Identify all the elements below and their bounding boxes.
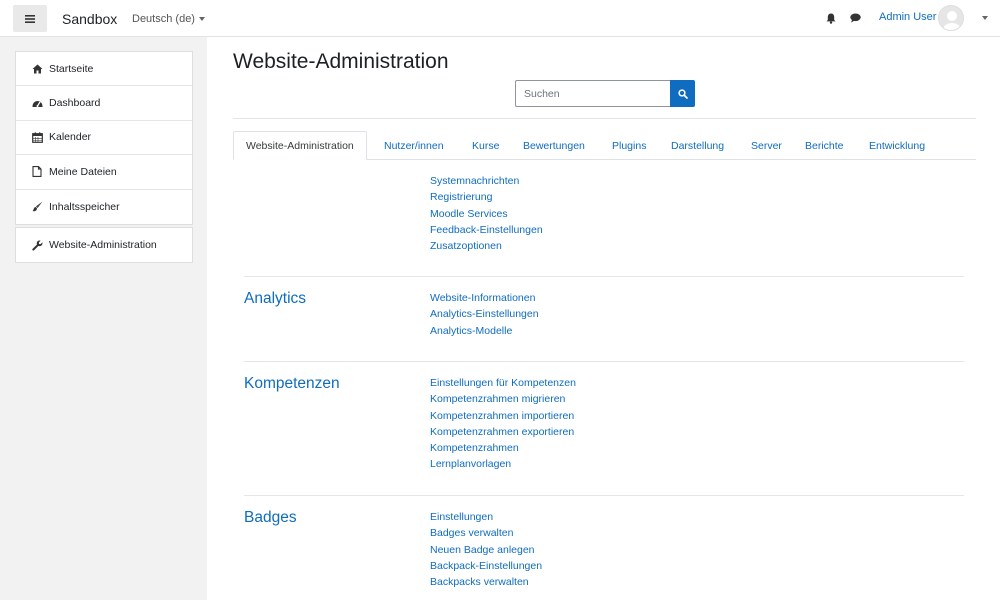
avatar[interactable] <box>938 5 964 31</box>
drawer-item-startseite[interactable]: Startseite <box>16 52 192 87</box>
admin-link[interactable]: Kompetenzrahmen <box>430 440 576 456</box>
link-list: Website-Informationen Analytics-Einstell… <box>430 290 539 339</box>
search-icon <box>677 88 688 99</box>
drawer-admin-group: Website-Administration <box>15 227 193 264</box>
drawer-nav-group: Startseite Dashboard Kalender Meine Date… <box>15 51 193 225</box>
admin-link[interactable]: Systemnachrichten <box>430 173 543 189</box>
drawer-item-inhaltsspeicher[interactable]: Inhaltsspeicher <box>16 190 192 224</box>
dashboard-icon <box>31 97 43 109</box>
main-region: Website-Administration Website-Administr… <box>207 37 1000 600</box>
user-menu-caret-icon[interactable] <box>982 16 988 20</box>
admin-link[interactable]: Neuen Badge anlegen <box>430 542 542 558</box>
tab-bewertungen[interactable]: Bewertungen <box>523 131 585 160</box>
drawer-item-label: Dashboard <box>49 97 101 110</box>
drawer-item-label: Inhaltsspeicher <box>49 200 120 213</box>
site-brand[interactable]: Sandbox <box>62 11 117 27</box>
admin-search-form <box>515 80 695 107</box>
page-title: Website-Administration <box>233 50 449 73</box>
admin-link[interactable]: Registrierung <box>430 189 543 205</box>
tab-entwicklung[interactable]: Entwicklung <box>869 131 925 160</box>
admin-link[interactable]: Kompetenzrahmen migrieren <box>430 391 576 407</box>
tab-plugins[interactable]: Plugins <box>612 131 646 160</box>
tab-server[interactable]: Server <box>751 131 782 160</box>
section-divider <box>244 276 964 277</box>
search-input[interactable] <box>515 80 670 107</box>
nav-drawer: Startseite Dashboard Kalender Meine Date… <box>0 37 207 600</box>
section-divider <box>244 361 964 362</box>
drawer-item-kalender[interactable]: Kalender <box>16 121 192 156</box>
admin-link[interactable]: Badges verwalten <box>430 525 542 541</box>
drawer-toggle-button[interactable] <box>13 5 47 32</box>
chevron-down-icon <box>198 17 205 22</box>
wrench-icon <box>31 239 43 251</box>
tab-nutzer-innen[interactable]: Nutzer/innen <box>384 131 444 160</box>
section-heading[interactable]: Kompetenzen <box>244 375 340 393</box>
language-label: Deutsch (de) <box>132 13 195 25</box>
tab-website-administration[interactable]: Website-Administration <box>233 131 367 160</box>
calendar-icon <box>31 131 43 143</box>
drawer-item-label: Startseite <box>49 62 94 75</box>
admin-link[interactable]: Lernplanvorlagen <box>430 456 576 472</box>
drawer-item-meine-dateien[interactable]: Meine Dateien <box>16 155 192 190</box>
drawer-item-label: Kalender <box>49 131 92 144</box>
section-heading[interactable]: Analytics <box>244 290 306 308</box>
bell-icon[interactable] <box>826 13 836 24</box>
admin-link[interactable]: Einstellungen für Kompetenzen <box>430 375 576 391</box>
top-navbar: Sandbox Deutsch (de) Admin User <box>0 0 1000 37</box>
search-button[interactable] <box>670 80 695 107</box>
admin-link[interactable]: Moodle Services <box>430 206 543 222</box>
section-divider <box>244 495 964 496</box>
hamburger-icon <box>25 14 35 23</box>
admin-link[interactable]: Analytics-Modelle <box>430 323 539 339</box>
language-menu[interactable]: Deutsch (de) <box>132 13 205 25</box>
file-icon <box>31 166 43 178</box>
admin-link[interactable]: Zusatzoptionen <box>430 238 543 254</box>
drawer-item-label: Meine Dateien <box>49 165 117 178</box>
tab-berichte[interactable]: Berichte <box>805 131 844 160</box>
drawer-item-dashboard[interactable]: Dashboard <box>16 86 192 121</box>
drawer-item-website-administration[interactable]: Website-Administration <box>16 228 192 262</box>
admin-link[interactable]: Backpack-Einstellungen <box>430 558 542 574</box>
admin-link[interactable]: Feedback-Einstellungen <box>430 222 543 238</box>
admin-link[interactable]: Kompetenzrahmen exportieren <box>430 424 576 440</box>
divider <box>233 118 976 119</box>
drawer-item-label: Website-Administration <box>49 239 157 252</box>
admin-link[interactable]: Kompetenzrahmen importieren <box>430 408 576 424</box>
link-list: Einstellungen Badges verwalten Neuen Bad… <box>430 509 542 590</box>
tab-kurse[interactable]: Kurse <box>472 131 499 160</box>
tab-darstellung[interactable]: Darstellung <box>671 131 724 160</box>
admin-link[interactable]: Backpacks verwalten <box>430 574 542 590</box>
link-list: Systemnachrichten Registrierung Moodle S… <box>430 173 543 254</box>
link-list: Einstellungen für Kompetenzen Kompetenzr… <box>430 375 576 473</box>
admin-link[interactable]: Einstellungen <box>430 509 542 525</box>
admin-tabs: Website-Administration Nutzer/innen Kurs… <box>233 131 976 160</box>
admin-link[interactable]: Website-Informationen <box>430 290 539 306</box>
section-heading[interactable]: Badges <box>244 509 297 527</box>
admin-link[interactable]: Analytics-Einstellungen <box>430 306 539 322</box>
home-icon <box>31 63 43 75</box>
chat-bubble-icon[interactable] <box>850 13 861 23</box>
paintbrush-icon <box>31 201 43 213</box>
user-avatar-icon <box>943 11 961 30</box>
user-name[interactable]: Admin User <box>879 11 936 23</box>
